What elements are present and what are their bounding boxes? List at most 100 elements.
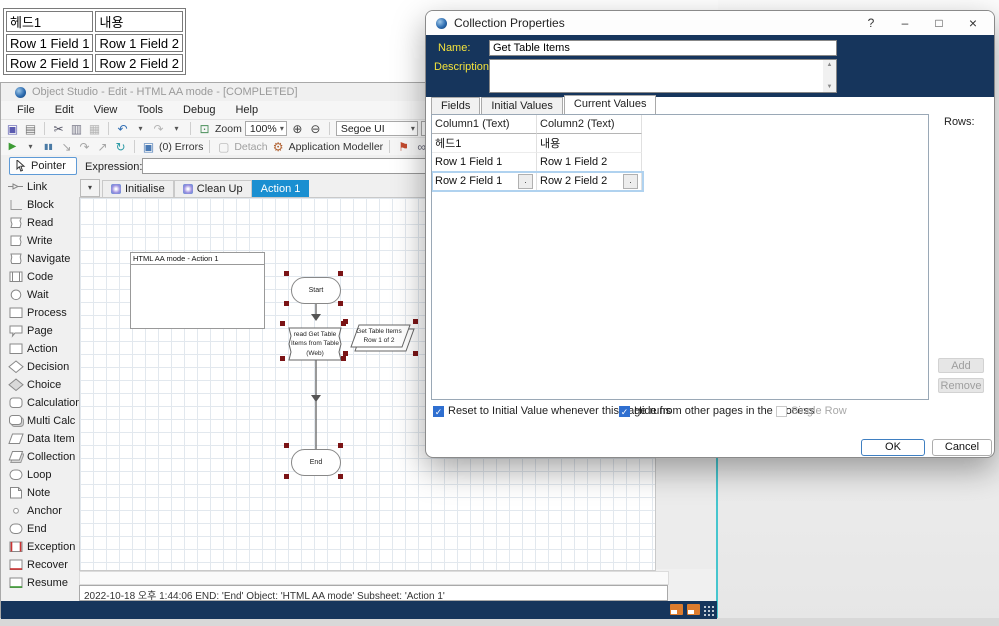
tool-note[interactable]: Note [1, 484, 79, 502]
selection-handle[interactable] [338, 271, 343, 276]
cell-expand-button[interactable]: . [623, 174, 638, 189]
selection-handle[interactable] [280, 356, 285, 361]
selection-handle[interactable] [284, 443, 289, 448]
selection-handle[interactable] [413, 351, 418, 356]
selection-handle[interactable] [284, 474, 289, 479]
grid-cell[interactable]: Row 1 Field 2 [537, 153, 642, 172]
cell-expand-button[interactable]: . [518, 174, 533, 189]
menu-debug[interactable]: Debug [173, 104, 225, 116]
menu-view[interactable]: View [84, 104, 128, 116]
resize-grip[interactable] [703, 605, 714, 616]
end-stage[interactable]: End [291, 449, 341, 476]
tab-list-dropdown[interactable]: ▾ [80, 179, 100, 197]
application-modeller-button[interactable]: Application Modeller [289, 141, 384, 153]
scroll-up-icon[interactable]: ▲ [827, 62, 833, 68]
menu-tools[interactable]: Tools [127, 104, 173, 116]
tool-data-item[interactable]: Data Item [1, 430, 79, 448]
sheet-tab-clean-up[interactable]: Clean Up [174, 180, 252, 197]
play-icon[interactable]: ▶ [5, 139, 20, 155]
print-icon[interactable]: ▤ [23, 121, 38, 137]
tool-anchor[interactable]: Anchor [1, 502, 79, 520]
redo-icon[interactable]: ↷ [151, 121, 166, 137]
tool-choice[interactable]: Choice [1, 376, 79, 394]
selection-handle[interactable] [284, 271, 289, 276]
font-select[interactable]: Segoe UI▾ [336, 121, 418, 136]
element-search-icon[interactable] [687, 604, 700, 615]
expression-input[interactable] [142, 158, 426, 174]
collection-stage[interactable]: Get Table Items Row 1 of 2 [351, 326, 407, 346]
tool-block[interactable]: Block [1, 196, 79, 214]
grid-column-header[interactable]: Column1 (Text) [432, 115, 537, 134]
tool-multi-calc[interactable]: Multi Calc [1, 412, 79, 430]
grid-row[interactable]: 헤드1내용 [432, 134, 643, 153]
save-icon[interactable]: ▣ [5, 121, 20, 137]
send-to-process-icon[interactable] [670, 604, 683, 615]
cut-icon[interactable]: ✂ [51, 121, 66, 137]
selection-handle[interactable] [343, 319, 348, 324]
description-input[interactable]: ▲▼ [489, 59, 837, 93]
tool-wait[interactable]: Wait [1, 286, 79, 304]
tool-code[interactable]: Code [1, 268, 79, 286]
dialog-tab-initial-values[interactable]: Initial Values [481, 97, 563, 114]
tool-end[interactable]: End [1, 520, 79, 538]
tool-read[interactable]: Read [1, 214, 79, 232]
selection-handle[interactable] [338, 474, 343, 479]
gear-icon[interactable]: ⚙ [271, 139, 286, 155]
step-over-icon[interactable]: ↷ [77, 139, 92, 155]
menu-file[interactable]: File [7, 104, 45, 116]
grid-column-header[interactable]: Column2 (Text) [537, 115, 642, 134]
selection-handle[interactable] [338, 301, 343, 306]
grid-cell[interactable]: Row 1 Field 1 [432, 153, 537, 172]
tool-write[interactable]: Write [1, 232, 79, 250]
grid-row[interactable]: Row 2 Field 1.Row 2 Field 2. [432, 172, 643, 191]
dialog-tab-current-values[interactable]: Current Values [564, 95, 657, 114]
zoom-out-icon[interactable]: ⊖ [308, 121, 323, 137]
scroll-down-icon[interactable]: ▼ [827, 84, 833, 90]
checkbox-checked-icon[interactable]: ✓ [433, 406, 444, 417]
copy-icon[interactable]: ▥ [69, 121, 84, 137]
tool-loop[interactable]: Loop [1, 466, 79, 484]
description-scrollbar[interactable]: ▲▼ [823, 60, 836, 92]
detach-icon[interactable]: ▢ [216, 139, 231, 155]
step-out-icon[interactable]: ↗ [95, 139, 110, 155]
close-icon[interactable]: × [956, 11, 990, 35]
grid-row[interactable]: Row 1 Field 1Row 1 Field 2 [432, 153, 643, 172]
tool-navigate[interactable]: Navigate [1, 250, 79, 268]
tool-link[interactable]: Link [1, 178, 79, 196]
tool-action[interactable]: Action [1, 340, 79, 358]
add-row-button[interactable]: Add [938, 358, 984, 373]
tool-page[interactable]: Page [1, 322, 79, 340]
paste-icon[interactable]: ▦ [87, 121, 102, 137]
tool-exception[interactable]: Exception [1, 538, 79, 556]
tool-resume[interactable]: Resume [1, 574, 79, 592]
selection-handle[interactable] [284, 301, 289, 306]
pause-icon[interactable]: ▮▮ [41, 139, 56, 155]
sheet-tab-initialise[interactable]: Initialise [102, 180, 174, 197]
tool-process[interactable]: Process [1, 304, 79, 322]
menu-edit[interactable]: Edit [45, 104, 84, 116]
read-stage[interactable]: read Get Table Items from Table (Web) [287, 327, 343, 361]
dialog-tab-fields[interactable]: Fields [431, 97, 480, 114]
maximize-icon[interactable]: □ [922, 11, 956, 35]
note-stage[interactable]: HTML AA mode - Action 1 [130, 252, 265, 329]
name-input[interactable] [489, 40, 837, 56]
step-in-icon[interactable]: ↘ [59, 139, 74, 155]
remove-row-button[interactable]: Remove [938, 378, 984, 393]
selection-handle[interactable] [280, 321, 285, 326]
minimize-icon[interactable]: – [888, 11, 922, 35]
cancel-button[interactable]: Cancel [932, 439, 992, 456]
errors-label[interactable]: (0) Errors [159, 141, 203, 153]
horizontal-scrollbar[interactable] [79, 571, 669, 585]
values-grid[interactable]: Column1 (Text)Column2 (Text)헤드1내용Row 1 F… [431, 114, 929, 400]
caret-down-icon[interactable]: ▾ [23, 139, 38, 155]
selection-handle[interactable] [341, 356, 346, 361]
help-icon[interactable]: ? [854, 11, 888, 35]
selection-handle[interactable] [343, 351, 348, 356]
zoom-select[interactable]: 100%▾ [245, 121, 287, 136]
start-stage[interactable]: Start [291, 277, 341, 304]
selection-handle[interactable] [338, 443, 343, 448]
refresh-icon[interactable]: ↻ [113, 139, 128, 155]
tool-recover[interactable]: Recover [1, 556, 79, 574]
tool-decision[interactable]: Decision [1, 358, 79, 376]
grid-cell[interactable]: Row 2 Field 2. [537, 172, 642, 191]
